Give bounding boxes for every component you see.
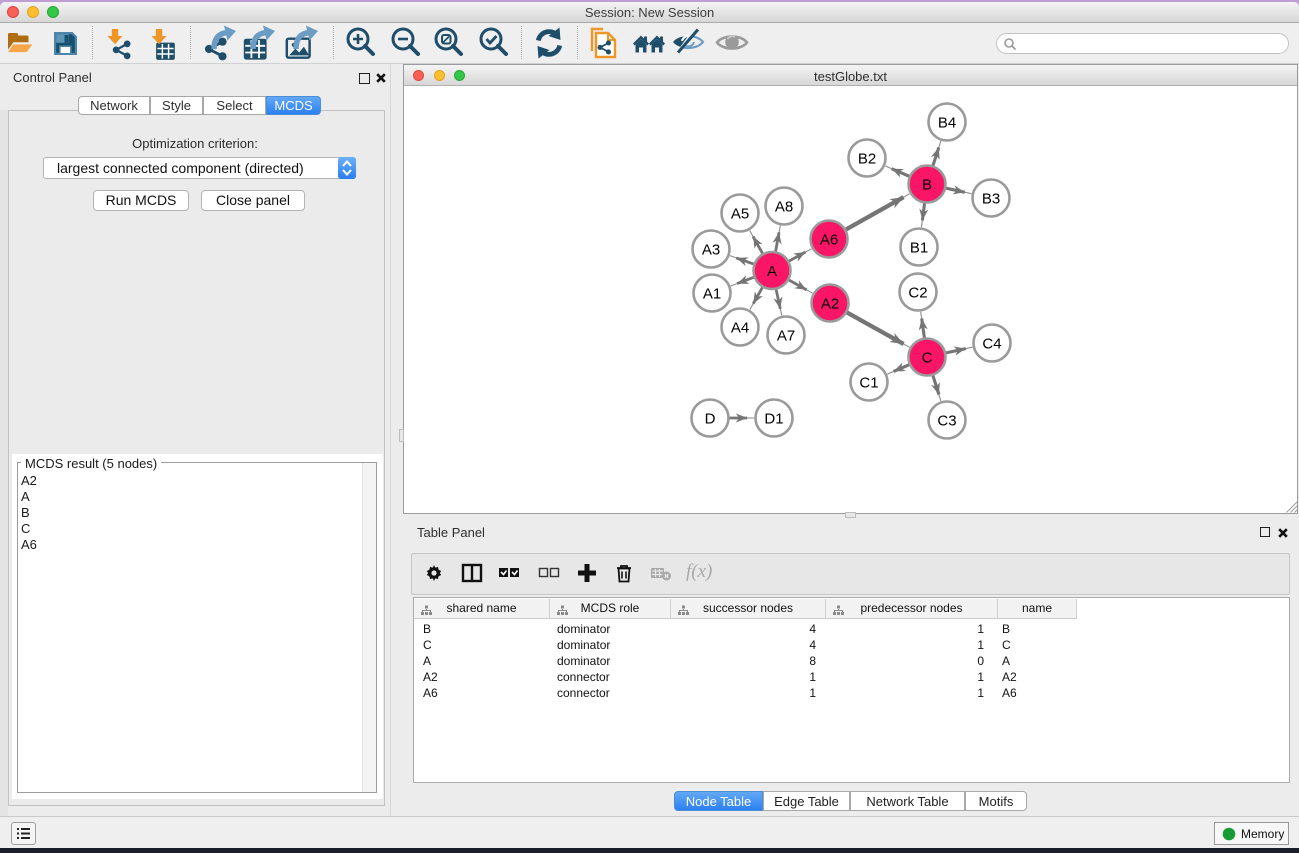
svg-text:A4: A4 [731, 319, 749, 336]
svg-text:A6: A6 [820, 231, 838, 248]
svg-text:C: C [922, 349, 933, 366]
svg-text:B1: B1 [910, 239, 928, 256]
svg-text:D: D [705, 410, 716, 427]
svg-text:D1: D1 [764, 410, 783, 427]
svg-text:B2: B2 [858, 150, 876, 167]
svg-text:A1: A1 [703, 285, 721, 302]
svg-text:A2: A2 [821, 295, 839, 312]
svg-text:C2: C2 [908, 284, 927, 301]
svg-text:C1: C1 [859, 374, 878, 391]
svg-text:B3: B3 [982, 190, 1000, 207]
svg-text:A8: A8 [775, 198, 793, 215]
svg-text:B: B [922, 176, 932, 193]
svg-text:A5: A5 [731, 205, 749, 222]
svg-text:C4: C4 [982, 335, 1001, 352]
svg-text:A3: A3 [702, 241, 720, 258]
svg-text:B4: B4 [938, 114, 956, 131]
svg-text:A: A [767, 263, 777, 280]
svg-text:A7: A7 [777, 327, 795, 344]
svg-text:C3: C3 [937, 412, 956, 429]
